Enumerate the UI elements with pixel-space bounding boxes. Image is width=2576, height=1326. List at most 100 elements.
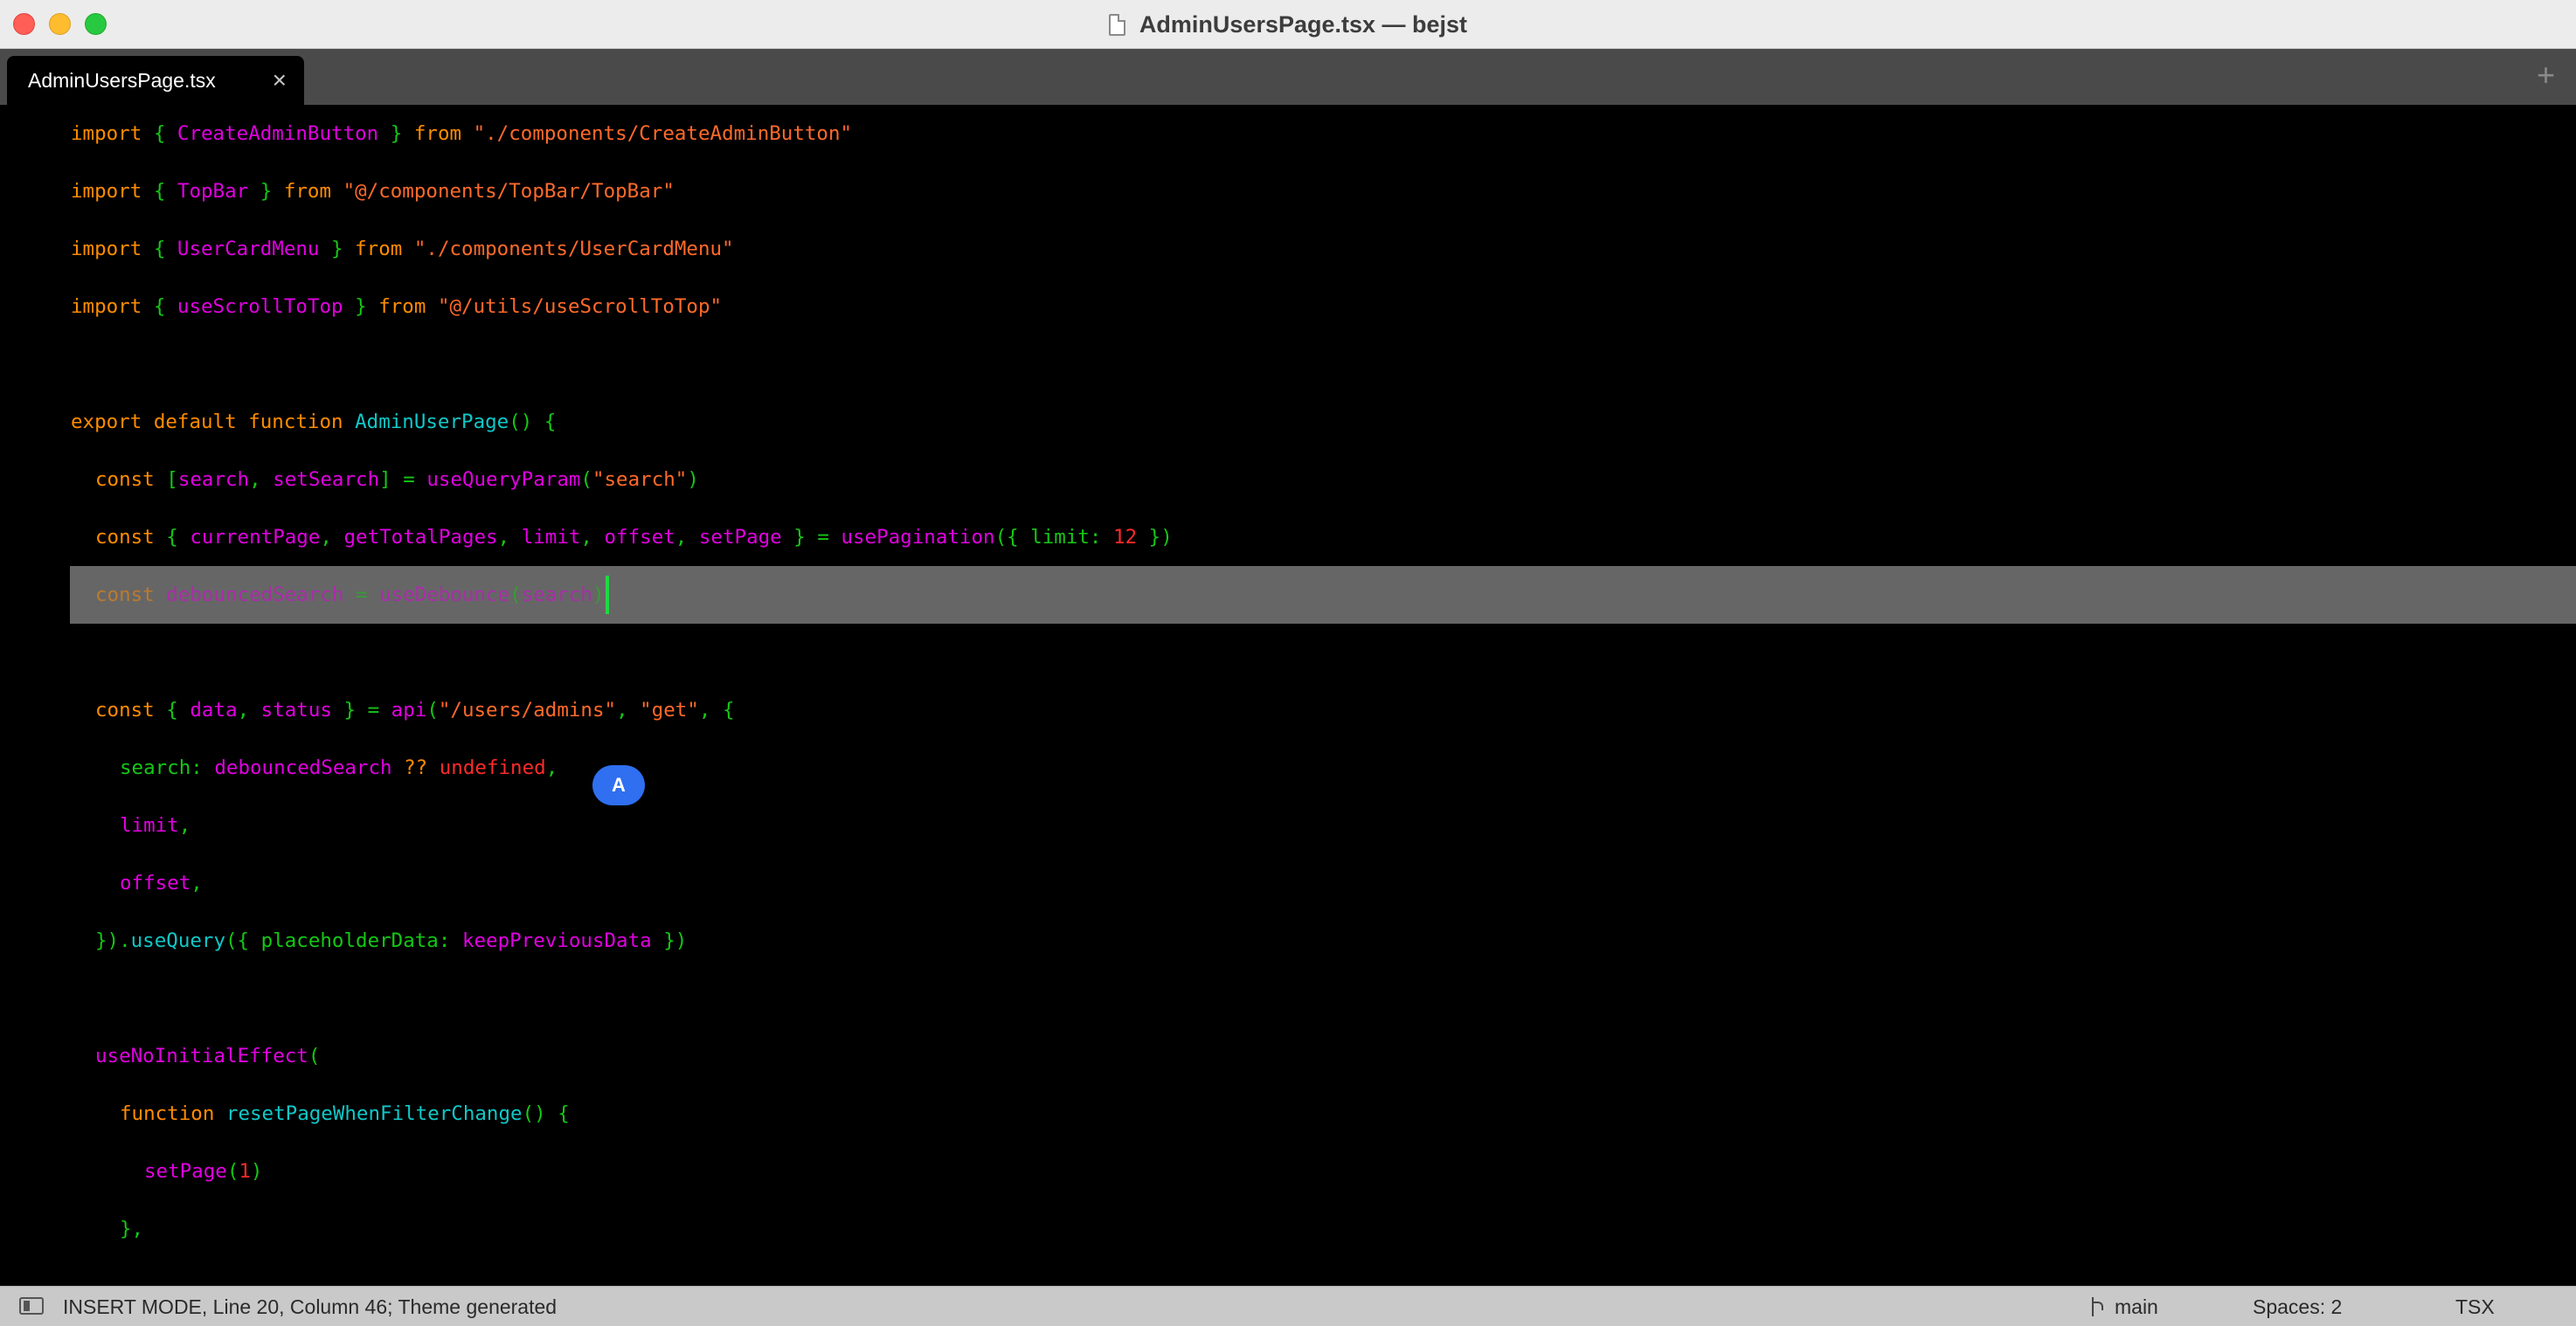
code-token: usePagination xyxy=(841,526,995,549)
code-token: useDebounce xyxy=(379,584,510,606)
code-line-12[interactable]: search: debouncedSearch ?? undefined, xyxy=(0,739,2576,797)
code-line-8[interactable]: const { currentPage, getTotalPages, limi… xyxy=(0,508,2576,566)
code-token: = xyxy=(343,584,380,606)
code-token: ( xyxy=(580,468,592,491)
syntax-status[interactable]: TSX xyxy=(2455,1295,2495,1319)
code-token: { xyxy=(142,180,177,203)
code-token: search xyxy=(177,468,250,491)
code-line-1[interactable]: import { CreateAdminButton } from "./com… xyxy=(0,105,2576,162)
code-token: useQueryParam xyxy=(426,468,581,491)
code-token: , xyxy=(237,699,261,722)
code-token: offset xyxy=(120,872,191,894)
code-token: ] = xyxy=(379,468,427,491)
code-token: ( xyxy=(509,584,522,606)
code-token: ({ limit: xyxy=(994,526,1114,549)
git-branch-icon xyxy=(2088,1296,2104,1319)
new-tab-button[interactable]: + xyxy=(2537,59,2555,91)
indentation-status[interactable]: Spaces: 2 xyxy=(2253,1295,2342,1319)
code-token: ( xyxy=(226,1160,239,1183)
code-token: "./components/UserCardMenu" xyxy=(413,238,734,260)
code-line-15[interactable]: }). useQuery({ placeholderData: keepPrevi… xyxy=(0,912,2576,970)
git-branch-status[interactable]: main xyxy=(2088,1295,2158,1319)
code-token: "@/components/TopBar/TopBar" xyxy=(343,180,675,203)
code-token: setSearch xyxy=(273,468,380,491)
code-token: , { xyxy=(698,699,735,722)
tab-adminuserspage[interactable]: AdminUsersPage.tsx × xyxy=(7,56,304,105)
code-line-19[interactable]: setPage(1) xyxy=(0,1143,2576,1200)
code-token: keepPreviousData xyxy=(461,929,652,952)
code-token: [ xyxy=(154,468,178,491)
code-line-3[interactable]: import { UserCardMenu } from "./componen… xyxy=(0,220,2576,278)
code-line-11[interactable]: const { data, status } = api("/users/adm… xyxy=(0,681,2576,739)
code-token: "./components/CreateAdminButton" xyxy=(473,122,853,145)
code-line-13[interactable]: limit, xyxy=(0,797,2576,854)
code-token: offset xyxy=(604,526,675,549)
code-token: from xyxy=(283,180,332,203)
document-icon xyxy=(1108,13,1125,36)
code-line-10[interactable] xyxy=(0,624,2576,681)
code-token: { xyxy=(154,526,190,549)
code-line-7[interactable]: const [search, setSearch] = useQueryPara… xyxy=(0,451,2576,508)
code-token: debouncedSearch xyxy=(214,756,392,779)
code-token: } xyxy=(248,180,284,203)
code-line-current[interactable]: const debouncedSearch = useDebounce(sear… xyxy=(70,566,2576,624)
code-line-4[interactable]: import { useScrollToTop } from "@/utils/… xyxy=(0,278,2576,335)
code-token: , xyxy=(580,526,605,549)
code-token: getTotalPages xyxy=(343,526,498,549)
code-token: , xyxy=(178,814,191,837)
close-tab-icon[interactable]: × xyxy=(273,68,287,93)
code-token: limit xyxy=(120,814,179,837)
code-token: } = xyxy=(781,526,841,549)
sidebar-toggle-icon[interactable] xyxy=(19,1297,44,1315)
code-token: import xyxy=(71,295,142,318)
code-token: currentPage xyxy=(190,526,321,549)
code-token: } xyxy=(343,295,379,318)
code-token: ?? xyxy=(391,756,440,779)
code-token: limit xyxy=(521,526,581,549)
code-token: , xyxy=(190,872,203,894)
code-line-5[interactable] xyxy=(0,335,2576,393)
code-token: import xyxy=(71,180,142,203)
code-token: function xyxy=(120,1102,215,1125)
code-token: , xyxy=(249,468,274,491)
window-title-container: AdminUsersPage.tsx — bejst xyxy=(0,0,2576,49)
code-line-17[interactable]: useNoInitialEffect( xyxy=(0,1027,2576,1085)
code-line-6[interactable]: export default function AdminUserPage() … xyxy=(0,393,2576,451)
code-line-14[interactable]: offset, xyxy=(0,854,2576,912)
code-token: } xyxy=(319,238,356,260)
status-mode-text: INSERT MODE, Line 20, Column 46; Theme g… xyxy=(63,1295,557,1318)
code-token: "/users/admins" xyxy=(438,699,617,722)
code-line-16[interactable] xyxy=(0,970,2576,1027)
code-token: ) xyxy=(250,1160,263,1183)
code-editor[interactable]: import { CreateAdminButton } from "./com… xyxy=(0,105,2576,1286)
code-line-20[interactable]: }, xyxy=(0,1200,2576,1258)
code-token: undefined xyxy=(439,756,546,779)
code-token: AdminUserPage xyxy=(355,411,509,433)
code-line-2[interactable]: import { TopBar } from "@/components/Top… xyxy=(0,162,2576,220)
code-token: TopBar xyxy=(177,180,249,203)
code-token: from xyxy=(355,238,403,260)
code-token: }) xyxy=(1137,526,1173,549)
code-line-18[interactable]: function resetPageWhenFilterChange() { xyxy=(0,1085,2576,1143)
code-token: useNoInitialEffect xyxy=(95,1045,308,1067)
code-token: UserCardMenu xyxy=(177,238,320,260)
code-token: "@/utils/useScrollToTop" xyxy=(437,295,723,318)
code-token: { xyxy=(142,122,177,145)
status-bar: INSERT MODE, Line 20, Column 46; Theme g… xyxy=(0,1286,2576,1326)
code-token: () { xyxy=(522,1102,570,1125)
code-token: import xyxy=(71,122,142,145)
code-token: search: xyxy=(120,756,215,779)
code-token: }, xyxy=(120,1218,144,1240)
code-token: data xyxy=(190,699,238,722)
code-token: const xyxy=(95,468,155,491)
code-token: ) xyxy=(592,584,605,606)
code-token: import xyxy=(71,238,142,260)
collaborator-avatar[interactable]: A xyxy=(592,765,645,805)
code-token: from xyxy=(413,122,462,145)
code-token: , xyxy=(675,526,699,549)
code-token: CreateAdminButton xyxy=(177,122,379,145)
